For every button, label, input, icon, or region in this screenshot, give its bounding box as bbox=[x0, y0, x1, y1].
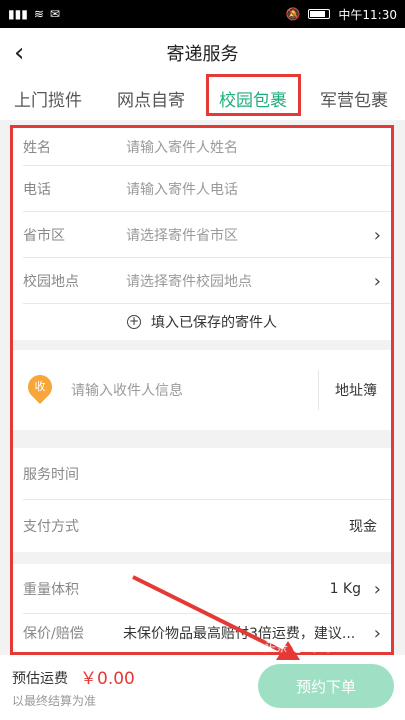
chevron-right-icon: › bbox=[373, 578, 381, 600]
sender-name-input[interactable]: 请输入寄件人姓名 bbox=[126, 137, 238, 157]
page-title: 寄递服务 bbox=[166, 44, 239, 65]
fill-saved-sender-button[interactable]: + 填入已保存的寄件人 bbox=[13, 304, 391, 340]
tab-self-send[interactable]: 网点自寄 bbox=[117, 86, 185, 111]
payment-label: 支付方式 bbox=[23, 519, 79, 535]
service-time-label: 服务时间 bbox=[23, 467, 79, 483]
address-book-button[interactable]: 地址簿 bbox=[335, 380, 377, 400]
sender-campus-select[interactable]: 请选择寄件校园地点 bbox=[126, 271, 252, 291]
status-time: 中午11:30 bbox=[338, 7, 397, 22]
payment-value: 现金 bbox=[349, 519, 377, 535]
footer-bar: 预估运费 ￥0.00 以最终结算为准 预约下单 bbox=[0, 655, 405, 720]
nav-bar: ‹ 寄递服务 bbox=[0, 28, 405, 78]
receiver-input[interactable]: 请输入收件人信息 bbox=[71, 380, 183, 400]
sender-campus-row[interactable]: 校园地点 请选择寄件校园地点 › bbox=[13, 258, 391, 304]
tab-military[interactable]: 军营包裹 bbox=[320, 86, 388, 111]
mail-icon: ✉ bbox=[49, 7, 60, 21]
service-time-row[interactable]: 服务时间 bbox=[13, 448, 391, 500]
sender-region-select[interactable]: 请选择寄件省市区 bbox=[126, 225, 238, 245]
watermark: 头条 @ 咏诗 bbox=[264, 640, 332, 654]
receiver-row[interactable]: 收 请输入收件人信息 地址簿 bbox=[13, 350, 391, 430]
sender-name-row[interactable]: 姓名 请输入寄件人姓名 bbox=[13, 128, 391, 166]
region-label: 省市区 bbox=[23, 228, 65, 244]
tab-highlight-box bbox=[206, 74, 301, 116]
status-bar: ▮▮▮ ≋ ✉ 🔕 中午11:30 bbox=[0, 0, 405, 28]
sender-region-row[interactable]: 省市区 请选择寄件省市区 › bbox=[13, 212, 391, 258]
sender-phone-input[interactable]: 请输入寄件人电话 bbox=[126, 179, 238, 199]
back-arrow-icon[interactable]: ‹ bbox=[14, 38, 38, 68]
battery-icon bbox=[308, 9, 331, 19]
fee-note: 以最终结算为准 bbox=[12, 694, 97, 708]
fee-amount: ￥0.00 bbox=[80, 669, 135, 689]
chevron-right-icon: › bbox=[373, 224, 381, 246]
mute-icon: 🔕 bbox=[285, 7, 301, 21]
sender-phone-row[interactable]: 电话 请输入寄件人电话 bbox=[13, 166, 391, 212]
weight-label: 重量体积 bbox=[23, 582, 79, 598]
weight-row[interactable]: 重量体积 1 Kg › bbox=[13, 564, 391, 614]
insurance-label: 保价/赔偿 bbox=[23, 626, 84, 642]
tab-bar: 上门揽件 网点自寄 校园包裹 军营包裹 bbox=[0, 78, 405, 120]
weight-value: 1 Kg bbox=[329, 581, 361, 597]
chevron-right-icon: › bbox=[373, 622, 381, 644]
insurance-row[interactable]: 保价/赔偿 未保价物品最高赔付3倍运费，建议... › bbox=[13, 614, 391, 652]
chevron-right-icon: › bbox=[373, 270, 381, 292]
phone-label: 电话 bbox=[23, 182, 51, 198]
fill-saved-sender-label: 填入已保存的寄件人 bbox=[151, 315, 277, 331]
campus-label: 校园地点 bbox=[23, 274, 79, 290]
name-label: 姓名 bbox=[23, 140, 51, 156]
signal-icon: ▮▮▮ bbox=[8, 7, 28, 21]
tab-pickup[interactable]: 上门揽件 bbox=[14, 86, 82, 111]
wifi-icon: ≋ bbox=[33, 7, 44, 21]
fee-label: 预估运费 bbox=[12, 671, 68, 687]
receive-badge-icon: 收 bbox=[23, 370, 57, 404]
payment-row[interactable]: 支付方式 现金 bbox=[13, 500, 391, 552]
add-circle-icon: + bbox=[127, 314, 141, 329]
submit-order-button[interactable]: 预约下单 bbox=[258, 664, 394, 708]
